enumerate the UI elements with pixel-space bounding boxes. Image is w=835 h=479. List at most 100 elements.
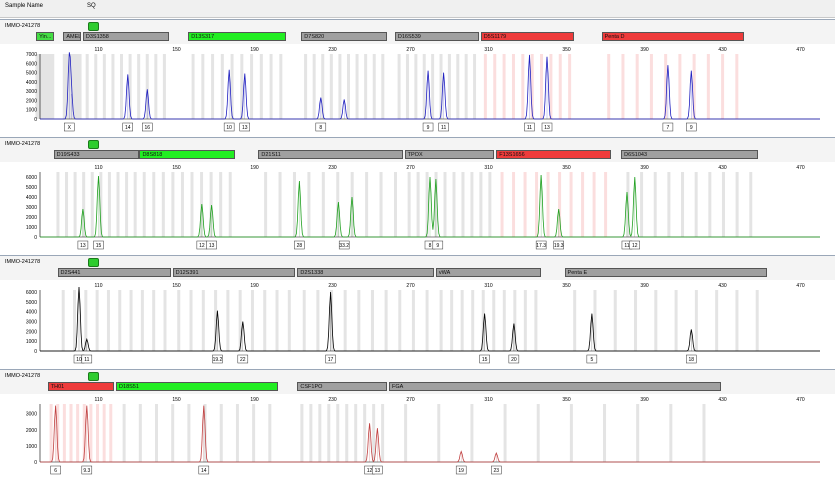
allele-bin: [581, 172, 585, 237]
allele-bin: [327, 404, 331, 462]
allele-bin: [393, 172, 397, 237]
allele-call-label: 13: [544, 125, 550, 131]
allele-bin: [603, 404, 607, 462]
allele-bin: [56, 172, 60, 237]
allele-bin: [404, 404, 408, 462]
locus-d6s1043[interactable]: D6S1043: [621, 150, 758, 159]
allele-bin: [268, 404, 272, 462]
allele-bin: [154, 54, 158, 119]
allele-bin: [460, 290, 464, 351]
allele-bin: [364, 54, 368, 119]
allele-bin: [425, 172, 429, 237]
panel-header: IMMO-241278 Yin... AMEL D3S1358 D13S317 D7S8…: [0, 20, 835, 44]
allele-call-label: 14: [125, 125, 131, 131]
allele-call-label: 20: [511, 357, 517, 363]
y-tick-label: 6000: [26, 175, 37, 181]
allele-call-label: 17.3: [536, 243, 546, 249]
locus-d7s820[interactable]: D7S820: [301, 32, 388, 41]
allele-bin: [607, 54, 611, 119]
allele-call-label: 15: [96, 243, 102, 249]
locus-d5s1179[interactable]: D5S1179: [480, 32, 575, 41]
y-tick-label: 0: [34, 117, 37, 123]
locus-d13s317[interactable]: D13S317: [188, 32, 286, 41]
trace-plot[interactable]: 110 150 190 230 270 310 350 390 430 470 6000 5000 40…: [0, 280, 835, 369]
x-tick-label: 350: [562, 165, 571, 171]
y-tick-label: 0: [34, 235, 37, 241]
allele-bin: [140, 290, 144, 351]
trace-svg: 110 150 190 230 270 310 350 390 430 4703000200010…: [26, 397, 820, 475]
locus-fga[interactable]: FGA: [389, 382, 721, 391]
y-tick-label: 1000: [26, 339, 37, 345]
locus-d2s1338[interactable]: D2S1338: [297, 268, 434, 277]
allele-bin: [636, 404, 640, 462]
y-tick-label: 0: [34, 460, 37, 466]
allele-call-label: 8: [429, 243, 432, 249]
locus-penta-d[interactable]: Penta D: [601, 32, 744, 41]
allele-bin: [292, 172, 296, 237]
quality-flag-icon[interactable]: [88, 372, 99, 381]
y-tick-label: 2000: [26, 428, 37, 434]
locus-d3s1358[interactable]: D3S1358: [82, 32, 169, 41]
y-tick-label: 7000: [26, 52, 37, 58]
allele-bin: [715, 290, 719, 351]
trace-plot[interactable]: 110 150 190 230 270 310 350 390 430 470 6000 5000 40…: [0, 162, 835, 255]
locus-d18s51[interactable]: D18S51: [116, 382, 278, 391]
quality-flag-icon[interactable]: [88, 140, 99, 149]
allele-bin: [346, 54, 350, 119]
allele-bin: [96, 404, 100, 462]
locus-d16s539[interactable]: D16S539: [394, 32, 479, 41]
allele-bin: [721, 172, 725, 237]
locus-tpox[interactable]: TPOX: [404, 150, 495, 159]
allele-call-label: 9: [436, 243, 439, 249]
x-tick-label: 150: [172, 165, 181, 171]
locus-yin-[interactable]: Yin...: [36, 32, 54, 41]
allele-bin: [511, 54, 515, 119]
allele-bin: [228, 172, 232, 237]
sq-column-header[interactable]: SQ: [87, 3, 96, 9]
trace-plot[interactable]: 110 150 190 230 270 310 350 390 430 470 3000 2000 10…: [0, 394, 835, 479]
locus-d21s11[interactable]: D21S11: [258, 150, 403, 159]
allele-call-label: 9.3: [83, 468, 90, 474]
allele-bin: [569, 172, 573, 237]
allele-bin: [708, 172, 712, 237]
locus-amel[interactable]: AMEL: [63, 32, 81, 41]
x-tick-label: 190: [250, 283, 259, 289]
trace-svg: 110 150 190 230 270 310 350 390 430 4707000600050…: [26, 47, 820, 132]
allele-bin: [535, 172, 539, 237]
allele-bin: [107, 172, 111, 237]
quality-flag-icon[interactable]: [88, 258, 99, 267]
locus-penta-e[interactable]: Penta E: [564, 268, 768, 277]
locus-f13s1656[interactable]: F13S1656: [496, 150, 612, 159]
x-tick-label: 270: [406, 47, 415, 53]
allele-bin: [503, 404, 507, 462]
allele-bin: [152, 290, 156, 351]
allele-bin: [304, 54, 308, 119]
x-tick-label: 470: [796, 47, 805, 53]
quality-flag-icon[interactable]: [88, 22, 99, 31]
allele-bin: [73, 172, 77, 237]
allele-call-label: 8: [319, 125, 322, 131]
allele-bin: [155, 404, 159, 462]
allele-bin: [613, 290, 617, 351]
allele-bin: [116, 172, 120, 237]
allele-bin: [540, 54, 544, 119]
sample-name-column-header[interactable]: Sample Name: [5, 3, 43, 9]
locus-csf1po[interactable]: CSF1PO: [297, 382, 388, 391]
locus-d2s441[interactable]: D2S441: [57, 268, 171, 277]
locus-d8s818[interactable]: D8S818: [139, 150, 235, 159]
allele-bin: [137, 54, 141, 119]
locus-d19s433[interactable]: D19S433: [53, 150, 140, 159]
allele-bin: [109, 404, 113, 462]
allele-bin: [372, 54, 376, 119]
allele-bin: [473, 54, 477, 119]
locus-d12s391[interactable]: D12S391: [172, 268, 296, 277]
x-tick-label: 270: [406, 283, 415, 289]
locus-th01[interactable]: TH01: [47, 382, 115, 391]
allele-call-label: 22: [240, 357, 246, 363]
locus-vwa[interactable]: vWA: [435, 268, 542, 277]
panel-header: IMMO-241278 D19S433 D8S818 D21S11 TPOX F13S1…: [0, 138, 835, 162]
allele-bin: [634, 290, 638, 351]
x-tick-label: 470: [796, 397, 805, 403]
allele-bin: [384, 290, 388, 351]
trace-plot[interactable]: 110 150 190 230 270 310 350 390 430 470 7000 6000 50…: [0, 44, 835, 137]
